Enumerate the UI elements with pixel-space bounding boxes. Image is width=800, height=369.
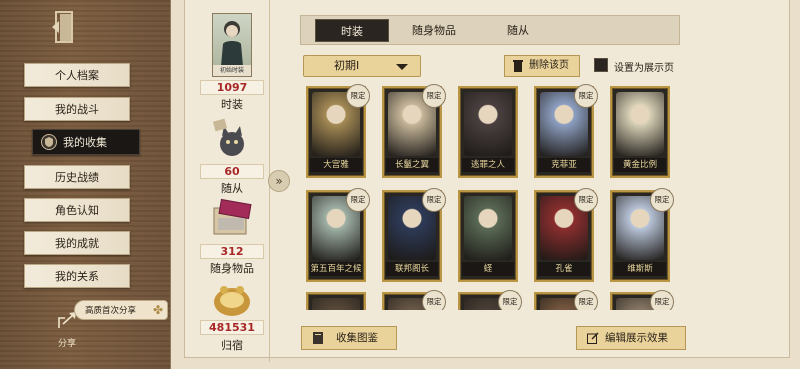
sidebar-item-battle[interactable]: 我的战斗 — [24, 97, 130, 121]
costume-card[interactable]: 黄金比例 — [610, 86, 670, 178]
accessory-box-icon — [213, 198, 252, 235]
edit-display-button[interactable]: 编辑展示效果 — [576, 326, 686, 350]
tab-follower[interactable]: 随从 — [481, 19, 555, 42]
costume-name: 联邦阁长 — [386, 262, 438, 276]
costume-card[interactable]: 蛏 — [458, 190, 518, 282]
avatar-portrait — [221, 21, 243, 66]
sidebar-item-character[interactable]: 角色认知 — [24, 198, 130, 222]
sidebar-item-label: 角色认知 — [55, 204, 99, 217]
tab-costume[interactable]: 时装 — [315, 19, 389, 42]
dropdown-value: 初期Ⅰ — [334, 59, 360, 72]
costume-name: 长鬣之翼 — [386, 158, 438, 172]
costume-card[interactable]: 限定 — [458, 290, 522, 310]
costume-card[interactable]: 限定 — [610, 290, 674, 310]
book-icon — [313, 332, 323, 344]
costume-art — [464, 196, 512, 260]
cat-follower-icon — [212, 118, 244, 156]
limited-badge: 限定 — [498, 290, 522, 310]
sidebar-item-collection[interactable]: 我的收集 — [32, 129, 140, 155]
sidebar-item-relations[interactable]: 我的关系 — [24, 264, 130, 288]
sidebar-item-history[interactable]: 历史战绩 — [24, 165, 130, 189]
edit-display-label: 编辑展示效果 — [605, 332, 668, 344]
item-label: 随身物品 — [210, 262, 254, 275]
home-chest-icon — [214, 286, 250, 316]
limited-badge: 限定 — [346, 188, 370, 212]
limited-badge: 限定 — [650, 290, 674, 310]
costume-art — [616, 92, 664, 156]
costume-card[interactable]: 限定第五百年之候 — [306, 188, 370, 282]
costume-name: 黄金比例 — [614, 158, 666, 172]
limited-badge: 限定 — [650, 188, 674, 212]
double-chevron-right-icon[interactable]: » — [268, 170, 290, 192]
limited-badge: 限定 — [422, 188, 446, 212]
sidebar-item-profile[interactable]: 个人档案 — [24, 63, 130, 87]
costume-card[interactable]: 逃罪之人 — [458, 86, 518, 178]
limited-badge: 限定 — [422, 290, 446, 310]
item-count: 312 — [200, 244, 264, 259]
gallery-button[interactable]: 收集图鉴 — [301, 326, 397, 350]
costume-card[interactable]: 限定联邦阁长 — [382, 188, 446, 282]
costume-name: 克菲亚 — [538, 158, 590, 172]
costume-card[interactable]: 限定维斯斯 — [610, 188, 674, 282]
home-label: 归宿 — [221, 339, 243, 352]
tab-label: 随从 — [507, 24, 529, 37]
shield-icon — [41, 134, 57, 150]
delete-label: 删除该页 — [529, 60, 569, 71]
costume-name: 孔雀 — [538, 262, 590, 276]
limited-badge: 限定 — [422, 84, 446, 108]
costume-grid: 限定 大宫雅 限定 长鬣之翼 逃罪之人 限定 克菲亚 黄金比例 限定 第五百年之候 限定 联邦阁长蛏限… — [300, 84, 682, 310]
trash-icon — [513, 60, 523, 72]
limited-badge: 限定 — [346, 84, 370, 108]
tab-label: 时装 — [341, 25, 363, 38]
costume-name: 逃罪之人 — [462, 158, 514, 172]
sidebar-item-label: 我的收集 — [63, 136, 107, 149]
costume-card[interactable] — [306, 292, 366, 310]
clover-icon: ✤ — [152, 303, 163, 317]
delete-page-button[interactable]: 删除该页 — [504, 55, 580, 77]
tab-bar: 时装 随身物品 随从 — [300, 15, 680, 45]
home-count: 481531 — [200, 320, 264, 335]
page-dropdown[interactable]: 初期Ⅰ — [303, 55, 421, 77]
costume-card[interactable]: 限定 — [534, 290, 598, 310]
costume-art — [312, 298, 360, 310]
limited-badge: 限定 — [574, 84, 598, 108]
costume-count: 1097 — [200, 80, 264, 95]
share-pill-label: 高质首次分享 — [85, 306, 137, 316]
showcase-checkbox[interactable] — [594, 58, 608, 72]
follower-count: 60 — [200, 164, 264, 179]
sidebar-item-label: 我的战斗 — [55, 103, 99, 116]
avatar[interactable]: 初始时装 — [212, 13, 252, 77]
showcase-checkbox-label: 设置为展示页 — [614, 63, 674, 74]
costume-name: 维斯斯 — [614, 262, 666, 276]
sidebar-item-achievement[interactable]: 我的成就 — [24, 231, 130, 255]
costume-card[interactable]: 限定 — [382, 290, 446, 310]
costume-label: 时装 — [221, 98, 243, 111]
share-label: 分享 — [58, 339, 77, 349]
sidebar-item-label: 我的成就 — [55, 237, 99, 250]
sidebar-item-label: 我的关系 — [55, 270, 99, 283]
costume-name: 大宫雅 — [310, 158, 362, 172]
limited-badge: 限定 — [574, 290, 598, 310]
follower-label: 随从 — [221, 182, 243, 195]
costume-name: 蛏 — [462, 262, 514, 276]
exit-door-icon[interactable] — [50, 10, 76, 44]
sidebar-item-label: 个人档案 — [55, 69, 99, 82]
costume-card[interactable]: 限定克菲亚 — [534, 84, 598, 178]
avatar-tag: 初始时装 — [213, 65, 251, 76]
edit-icon — [587, 332, 599, 344]
costume-card[interactable]: 限定孔雀 — [534, 188, 598, 282]
costume-art — [464, 92, 512, 156]
costume-card[interactable]: 限定大宫雅 — [306, 84, 370, 178]
tab-accessory[interactable]: 随身物品 — [397, 19, 471, 42]
tab-label: 随身物品 — [412, 24, 456, 37]
costume-name: 第五百年之候 — [310, 262, 362, 276]
share-reward-pill[interactable]: 高质首次分享 ✤ — [74, 300, 168, 320]
chevron-down-icon — [396, 64, 408, 70]
gallery-label: 收集图鉴 — [336, 332, 378, 344]
limited-badge: 限定 — [574, 188, 598, 212]
costume-card[interactable]: 限定长鬣之翼 — [382, 84, 446, 178]
sidebar-item-label: 历史战绩 — [55, 171, 99, 184]
